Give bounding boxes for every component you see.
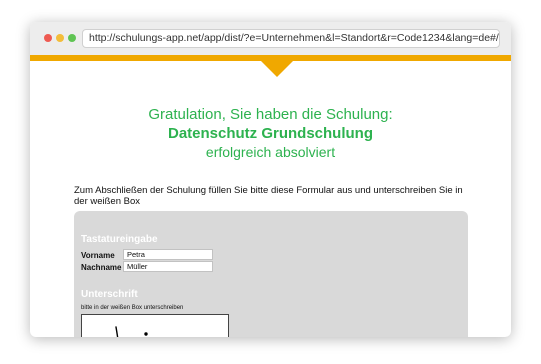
last-name-label: Nachname xyxy=(81,263,122,272)
congratulation-text: Gratulation, Sie haben die Schulung: xyxy=(148,106,393,123)
close-window-button[interactable] xyxy=(44,34,52,42)
course-title: Datenschutz Grundschulung xyxy=(167,125,373,142)
maximize-window-button[interactable] xyxy=(68,34,76,42)
signature-section-title: Unterschrift xyxy=(81,289,138,300)
page-content: Gratulation, Sie haben die Schulung: Dat… xyxy=(30,61,511,337)
browser-titlebar: http://schulungs-app.net/app/dist/?e=Unt… xyxy=(30,22,511,55)
instructions-text: Zum Abschließen der Schulung füllen Sie … xyxy=(74,185,463,207)
last-name-input[interactable]: Müller xyxy=(123,261,213,272)
form-panel: Tastatureingabe Vorname Petra Nachname M… xyxy=(74,211,468,337)
signature-canvas[interactable] xyxy=(81,314,229,337)
minimize-window-button[interactable] xyxy=(56,34,64,42)
first-name-input[interactable]: Petra xyxy=(123,249,213,260)
first-name-label: Vorname xyxy=(81,251,115,260)
signature-hint: bitte in der weißen Box unterschreiben xyxy=(81,305,184,311)
browser-window: http://schulungs-app.net/app/dist/?e=Unt… xyxy=(30,22,511,337)
completion-text: erfolgreich absolviert xyxy=(205,144,336,160)
signature-drawing xyxy=(115,326,148,337)
url-bar[interactable]: http://schulungs-app.net/app/dist/?e=Unt… xyxy=(82,29,500,48)
keyboard-section-title: Tastatureingabe xyxy=(81,234,158,245)
